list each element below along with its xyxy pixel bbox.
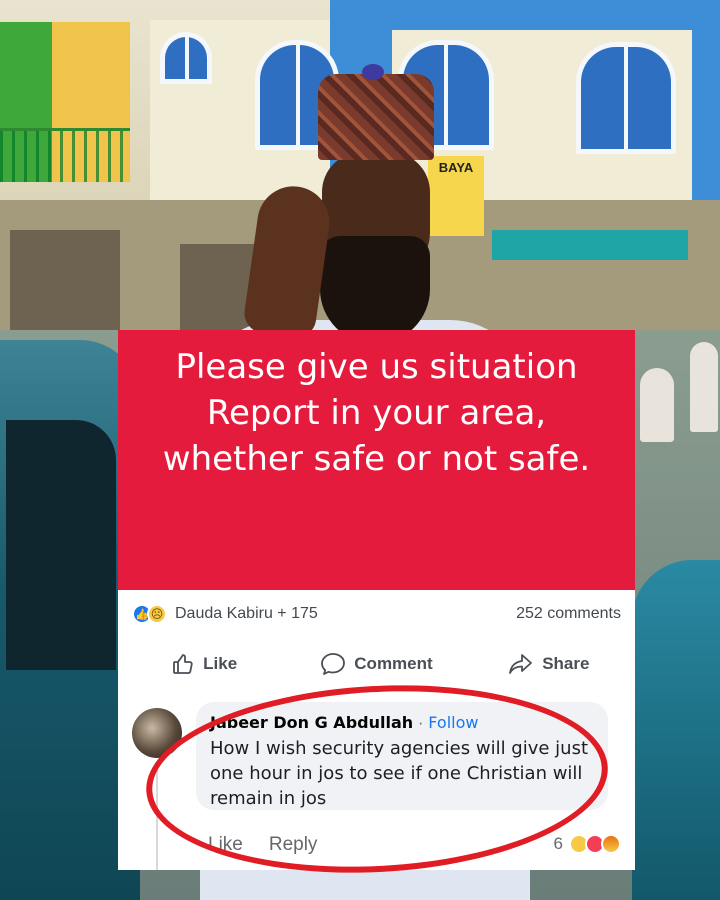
angry-icon — [601, 834, 621, 854]
car-window — [6, 420, 116, 670]
cap-button — [362, 64, 384, 80]
post-banner: Please give us situation Report in your … — [118, 330, 635, 590]
comment-reply-link[interactable]: Reply — [269, 834, 318, 856]
reactors-text[interactable]: Dauda Kabiru + 175 — [175, 605, 318, 623]
follow-link[interactable]: Follow — [428, 713, 478, 732]
comments-count[interactable]: 252 comments — [516, 605, 621, 623]
comment-actions: Like Reply — [208, 834, 317, 856]
banner-text: Please give us situation Report in your … — [162, 347, 591, 479]
thread-line — [156, 762, 158, 870]
like-button[interactable]: Like — [118, 646, 290, 682]
balcony-rail — [0, 128, 130, 182]
comment-reaction-count: 6 — [553, 834, 563, 853]
comment-button[interactable]: Comment — [290, 646, 462, 682]
post-card: 👍 ☹ Dauda Kabiru + 175 252 comments Like… — [118, 590, 635, 870]
like-label: Like — [203, 654, 238, 673]
window — [576, 42, 676, 154]
comment-text: How I wish security agencies will give j… — [210, 738, 589, 809]
comment: Jabeer Don G Abdullah · Follow How I wis… — [118, 702, 635, 870]
comment-header: Jabeer Don G Abdullah · Follow — [210, 712, 594, 734]
pedestrian — [640, 368, 674, 442]
comment-like-link[interactable]: Like — [208, 834, 243, 856]
comment-icon — [321, 653, 346, 675]
comment-author[interactable]: Jabeer Don G Abdullah — [210, 713, 413, 732]
share-label: Share — [542, 654, 590, 673]
sad-reaction-icon: ☹ — [147, 604, 167, 624]
comment-separator: · — [417, 713, 424, 732]
cap — [318, 74, 434, 160]
reactions-row[interactable]: 👍 ☹ Dauda Kabiru + 175 252 comments — [132, 602, 621, 626]
comment-bubble: Jabeer Don G Abdullah · Follow How I wis… — [196, 702, 608, 810]
beard — [320, 236, 430, 344]
car-right — [632, 560, 720, 900]
comment-reaction-summary[interactable]: 6 — [554, 834, 621, 854]
hand-with-phone — [241, 181, 335, 341]
shop-door — [10, 230, 120, 340]
comment-label: Comment — [354, 654, 433, 673]
action-bar: Like Comment Share — [118, 646, 635, 682]
thumbs-up-icon — [173, 654, 193, 674]
pedestrian — [690, 342, 718, 432]
avatar[interactable] — [132, 708, 182, 758]
share-icon — [509, 654, 533, 674]
share-button[interactable]: Share — [463, 646, 635, 682]
